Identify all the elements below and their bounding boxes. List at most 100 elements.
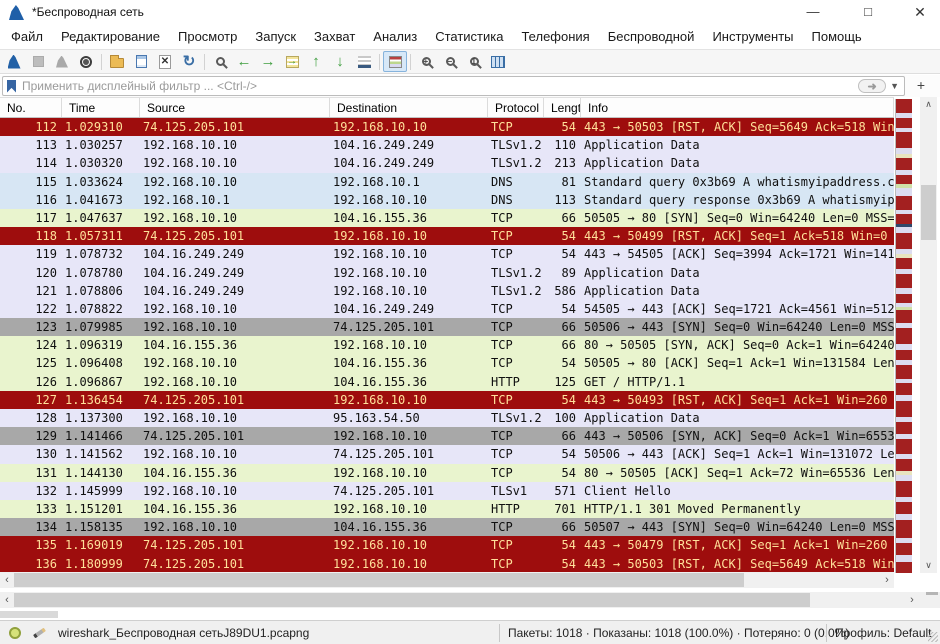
minimize-button[interactable]: —: [790, 0, 836, 24]
resize-columns-button[interactable]: [486, 51, 510, 72]
close-button[interactable]: ✕: [897, 0, 940, 24]
packet-row-118[interactable]: 1181.05731174.125.205.101192.168.10.10TC…: [0, 227, 894, 245]
zoom-in-button[interactable]: [414, 51, 438, 72]
reload-file-button[interactable]: ↻: [177, 51, 201, 72]
intelligent-scrollbar-minimap[interactable]: [895, 99, 912, 573]
vertical-scroll-thumb[interactable]: [921, 185, 936, 240]
menu-item-0[interactable]: Файл: [2, 26, 52, 47]
lower-hscrollbar[interactable]: ‹ ›: [0, 592, 940, 608]
packet-row-121[interactable]: 1211.078806104.16.249.249192.168.10.10TL…: [0, 282, 894, 300]
column-header-source[interactable]: Source: [140, 98, 330, 117]
save-file-button[interactable]: [129, 51, 153, 72]
menu-item-8[interactable]: Беспроводной: [599, 26, 704, 47]
apply-filter-button[interactable]: ➜: [858, 79, 886, 93]
menu-item-2[interactable]: Просмотр: [169, 26, 246, 47]
go-to-packet-button[interactable]: →: [280, 51, 304, 72]
packet-row-126[interactable]: 1261.096867192.168.10.10104.16.155.36HTT…: [0, 373, 894, 391]
packet-row-122[interactable]: 1221.078822192.168.10.10104.16.249.249TC…: [0, 300, 894, 318]
packet-row-134[interactable]: 1341.158135192.168.10.10104.16.155.36TCP…: [0, 518, 894, 536]
menu-item-6[interactable]: Статистика: [426, 26, 512, 47]
menu-item-4[interactable]: Захват: [305, 26, 364, 47]
column-header-no[interactable]: No.: [0, 98, 62, 117]
packet-row-112[interactable]: 1121.02931074.125.205.101192.168.10.10TC…: [0, 118, 894, 136]
packet-row-115[interactable]: 1151.033624192.168.10.10192.168.10.1DNS8…: [0, 173, 894, 191]
packet-row-131[interactable]: 1311.144130104.16.155.36192.168.10.10TCP…: [0, 464, 894, 482]
pane-splitter-handle[interactable]: [926, 592, 938, 595]
packet-list-hscrollbar[interactable]: ‹ ›: [0, 572, 894, 588]
maximize-button[interactable]: □: [845, 0, 891, 24]
scroll-up-icon[interactable]: ∧: [920, 97, 937, 112]
filter-dropdown-caret-icon[interactable]: ▼: [890, 81, 899, 91]
packet-row-119[interactable]: 1191.078732104.16.249.249192.168.10.10TC…: [0, 245, 894, 263]
capture-comment-icon[interactable]: [33, 628, 46, 639]
add-filter-button[interactable]: +: [912, 77, 930, 95]
find-packet-button[interactable]: [208, 51, 232, 72]
zoom-out-button[interactable]: [438, 51, 462, 72]
restart-capture-button[interactable]: [74, 51, 98, 72]
go-next-packet-button[interactable]: →: [256, 51, 280, 72]
packet-row-129[interactable]: 1291.14146674.125.205.101192.168.10.10TC…: [0, 427, 894, 445]
packet-row-116[interactable]: 1161.041673192.168.10.1192.168.10.10DNS1…: [0, 191, 894, 209]
cell-len: 213: [544, 154, 581, 172]
menu-item-5[interactable]: Анализ: [364, 26, 426, 47]
column-header-protocol[interactable]: Protocol: [488, 98, 544, 117]
column-header-time[interactable]: Time: [62, 98, 140, 117]
open-file-button[interactable]: [105, 51, 129, 72]
column-header-destination[interactable]: Destination: [330, 98, 488, 117]
go-last-packet-button[interactable]: ↓: [328, 51, 352, 72]
scroll-right-icon[interactable]: ›: [880, 572, 894, 588]
cell-info: 50506 → 443 [ACK] Seq=1 Ack=1 Win=131072…: [581, 445, 894, 463]
packet-row-132[interactable]: 1321.145999192.168.10.1074.125.205.101TL…: [0, 482, 894, 500]
menu-item-1[interactable]: Редактирование: [52, 26, 169, 47]
minimap-stripe: [896, 196, 912, 210]
menu-item-3[interactable]: Запуск: [246, 26, 305, 47]
hscroll-thumb[interactable]: [14, 573, 744, 587]
stop-capture-button[interactable]: [26, 51, 50, 72]
column-header-info[interactable]: Info: [581, 98, 894, 117]
capture-options-button[interactable]: [50, 51, 74, 72]
scroll-down-icon[interactable]: ∨: [920, 558, 937, 573]
cell-time: 1.030257: [62, 136, 140, 154]
packet-row-133[interactable]: 1331.151201104.16.155.36192.168.10.10HTT…: [0, 500, 894, 518]
minimap-stripe: [896, 562, 912, 573]
cell-no: 113: [0, 136, 62, 154]
scroll-left-icon[interactable]: ‹: [0, 572, 14, 588]
auto-scroll-button[interactable]: [352, 51, 376, 72]
cell-len: 54: [544, 445, 581, 463]
menu-item-9[interactable]: Инструменты: [703, 26, 802, 47]
display-filter-input[interactable]: Применить дисплейный фильтр ... <Ctrl-/>…: [2, 76, 905, 96]
packet-row-124[interactable]: 1241.096319104.16.155.36192.168.10.10TCP…: [0, 336, 894, 354]
packet-row-130[interactable]: 1301.141562192.168.10.1074.125.205.101TC…: [0, 445, 894, 463]
cell-no: 127: [0, 391, 62, 409]
packet-row-117[interactable]: 1171.047637192.168.10.10104.16.155.36TCP…: [0, 209, 894, 227]
cell-len: 66: [544, 427, 581, 445]
packet-row-114[interactable]: 1141.030320192.168.10.10104.16.249.249TL…: [0, 154, 894, 172]
packet-row-127[interactable]: 1271.13645474.125.205.101192.168.10.10TC…: [0, 391, 894, 409]
packet-row-120[interactable]: 1201.078780104.16.249.249192.168.10.10TL…: [0, 264, 894, 282]
packet-row-128[interactable]: 1281.137300192.168.10.1095.163.54.50TLSv…: [0, 409, 894, 427]
expert-info-icon[interactable]: [9, 627, 21, 639]
cell-dst: 74.125.205.101: [330, 318, 488, 336]
collapsed-pane-scrollbar[interactable]: [0, 611, 58, 618]
resize-grip[interactable]: [928, 632, 938, 642]
packet-row-136[interactable]: 1361.18099974.125.205.101192.168.10.10TC…: [0, 555, 894, 573]
zoom-reset-button[interactable]: [462, 51, 486, 72]
menu-item-10[interactable]: Помощь: [803, 26, 871, 47]
filter-bookmark-icon[interactable]: [7, 80, 16, 93]
colorize-packets-button[interactable]: [383, 51, 407, 72]
go-first-packet-button[interactable]: ↑: [304, 51, 328, 72]
start-capture-button[interactable]: [2, 51, 26, 72]
menu-item-7[interactable]: Телефония: [512, 26, 598, 47]
column-header-length[interactable]: Length: [544, 98, 581, 117]
packet-row-125[interactable]: 1251.096408192.168.10.10104.16.155.36TCP…: [0, 354, 894, 372]
scroll-left-icon[interactable]: ‹: [0, 592, 14, 608]
go-previous-packet-button[interactable]: ←: [232, 51, 256, 72]
profile-label[interactable]: Профиль: Default: [835, 626, 932, 640]
packet-row-135[interactable]: 1351.16901974.125.205.101192.168.10.10TC…: [0, 536, 894, 554]
packet-row-123[interactable]: 1231.079985192.168.10.1074.125.205.101TC…: [0, 318, 894, 336]
vertical-scrollbar[interactable]: ∧ ∨: [920, 97, 937, 573]
close-file-button[interactable]: ✕: [153, 51, 177, 72]
scroll-right-icon[interactable]: ›: [905, 592, 919, 608]
hscroll-thumb[interactable]: [14, 593, 810, 607]
packet-row-113[interactable]: 1131.030257192.168.10.10104.16.249.249TL…: [0, 136, 894, 154]
